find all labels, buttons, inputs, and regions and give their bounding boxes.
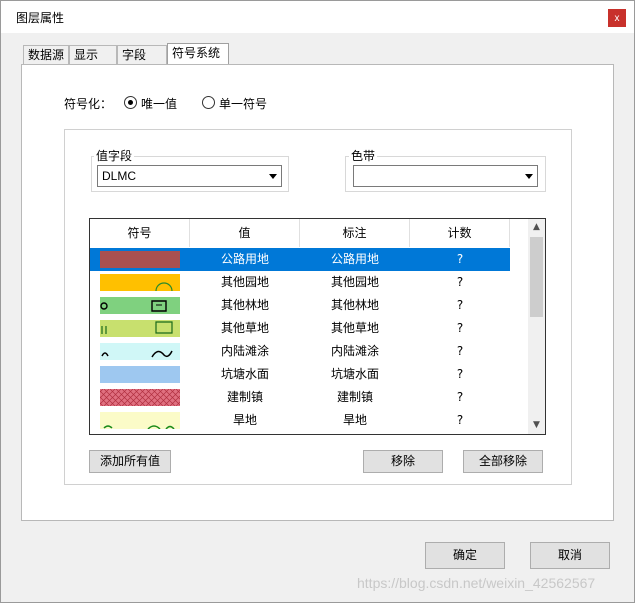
tab-data-source[interactable]: 数据源 bbox=[23, 45, 69, 65]
symbol-swatch[interactable] bbox=[100, 320, 180, 337]
cell-label: 建制镇 bbox=[336, 390, 373, 404]
watermark-text: https://blog.csdn.net/weixin_42562567 bbox=[357, 575, 596, 591]
table-row[interactable]: 其他园地 其他园地? bbox=[90, 271, 510, 294]
symbol-swatch[interactable] bbox=[100, 251, 180, 268]
chevron-down-icon bbox=[269, 174, 277, 179]
tab-fields[interactable]: 字段 bbox=[117, 45, 167, 65]
column-header-label[interactable]: 标注 bbox=[300, 219, 410, 247]
column-header-symbol[interactable]: 符号 bbox=[90, 219, 190, 247]
title-bar[interactable]: 图层属性 x bbox=[1, 1, 634, 33]
symbol-value-table[interactable]: 符号 值 标注 计数 公路用地 公路用地? 其他园地 其他园地? 其他林地 其他林地? 其他… bbox=[89, 218, 546, 435]
cell-value: 其他园地 bbox=[220, 275, 269, 289]
color-ramp-label: 色带 bbox=[349, 147, 378, 164]
cell-label: 内陆滩涂 bbox=[330, 344, 379, 358]
cell-label: 其他林地 bbox=[330, 298, 379, 312]
table-row[interactable]: 其他林地 其他林地? bbox=[90, 294, 510, 317]
cell-count: ? bbox=[456, 344, 464, 358]
cell-value: 建制镇 bbox=[226, 390, 263, 404]
table-row[interactable]: 公路用地 公路用地? bbox=[90, 248, 510, 271]
remove-all-button[interactable]: 全部移除 bbox=[463, 450, 543, 473]
cell-value: 坑塘水面 bbox=[220, 367, 269, 381]
radio-unique-values[interactable] bbox=[124, 96, 137, 109]
symbolize-label: 符号化： bbox=[64, 97, 113, 111]
color-ramp-select[interactable] bbox=[353, 165, 538, 187]
cell-label: 其他草地 bbox=[330, 321, 379, 335]
cell-count: ? bbox=[456, 298, 464, 312]
cell-label: 其他园地 bbox=[330, 275, 379, 289]
cell-value: 公路用地 bbox=[220, 252, 269, 266]
cell-count: ? bbox=[456, 413, 464, 427]
vertical-scrollbar[interactable]: ▲ ▼ bbox=[528, 219, 545, 434]
cell-value: 其他林地 bbox=[220, 298, 269, 312]
value-field-selected: DLMC bbox=[102, 169, 137, 183]
close-button[interactable]: x bbox=[608, 9, 626, 27]
table-row[interactable]: 建制镇 建制镇? bbox=[90, 386, 510, 409]
ok-button[interactable]: 确定 bbox=[425, 542, 505, 569]
radio-single-symbol-label[interactable]: 单一符号 bbox=[219, 95, 267, 112]
cell-label: 公路用地 bbox=[330, 252, 379, 266]
cell-count: ? bbox=[456, 390, 464, 404]
table-row[interactable]: 其他草地 其他草地? bbox=[90, 317, 510, 340]
value-field-select[interactable]: DLMC bbox=[97, 165, 282, 187]
cell-count: ? bbox=[456, 275, 464, 289]
column-header-value[interactable]: 值 bbox=[190, 219, 300, 247]
cell-value: 其他草地 bbox=[220, 321, 269, 335]
symbol-swatch[interactable] bbox=[100, 297, 180, 314]
table-row[interactable]: 坑塘水面 坑塘水面? bbox=[90, 363, 510, 386]
table-row[interactable]: 旱地 旱地? bbox=[90, 409, 510, 432]
tab-label: 数据源 bbox=[28, 48, 65, 62]
symbol-swatch[interactable] bbox=[100, 343, 180, 360]
add-all-values-button[interactable]: 添加所有值 bbox=[89, 450, 171, 473]
symbol-swatch[interactable] bbox=[100, 389, 180, 406]
tab-display[interactable]: 显示 bbox=[69, 45, 117, 65]
tab-symbology[interactable]: 符号系统 bbox=[167, 43, 229, 65]
window-title: 图层属性 bbox=[16, 11, 65, 25]
chevron-down-icon bbox=[525, 174, 533, 179]
table-row[interactable]: 内陆滩涂 内陆滩涂? bbox=[90, 340, 510, 363]
column-header-count[interactable]: 计数 bbox=[410, 219, 510, 247]
symbol-swatch[interactable] bbox=[100, 274, 180, 291]
table-header: 符号 值 标注 计数 bbox=[90, 219, 510, 247]
close-icon: x bbox=[614, 12, 620, 24]
tab-label: 字段 bbox=[122, 48, 147, 62]
radio-single-symbol[interactable] bbox=[202, 96, 215, 109]
cell-label: 旱地 bbox=[342, 413, 367, 427]
tab-label: 显示 bbox=[74, 48, 99, 62]
symbol-swatch[interactable] bbox=[100, 412, 180, 429]
cell-label: 坑塘水面 bbox=[330, 367, 379, 381]
scroll-up-icon[interactable]: ▲ bbox=[528, 219, 545, 236]
remove-button[interactable]: 移除 bbox=[363, 450, 443, 473]
scroll-down-icon[interactable]: ▼ bbox=[528, 417, 545, 434]
radio-unique-values-label[interactable]: 唯一值 bbox=[141, 95, 177, 112]
cell-count: ? bbox=[456, 252, 464, 266]
symbol-swatch[interactable] bbox=[100, 366, 180, 383]
layer-properties-dialog: 图层属性 x 数据源 显示 字段 符号系统 符号化： 唯一值 单一符号 值字段 … bbox=[0, 0, 635, 603]
cancel-button[interactable]: 取消 bbox=[530, 542, 610, 569]
cell-value: 旱地 bbox=[232, 413, 257, 427]
scroll-thumb[interactable] bbox=[530, 237, 543, 317]
value-field-label: 值字段 bbox=[94, 147, 135, 164]
cell-value: 内陆滩涂 bbox=[220, 344, 269, 358]
cell-count: ? bbox=[456, 367, 464, 381]
cell-count: ? bbox=[456, 321, 464, 335]
tab-label: 符号系统 bbox=[172, 46, 221, 60]
